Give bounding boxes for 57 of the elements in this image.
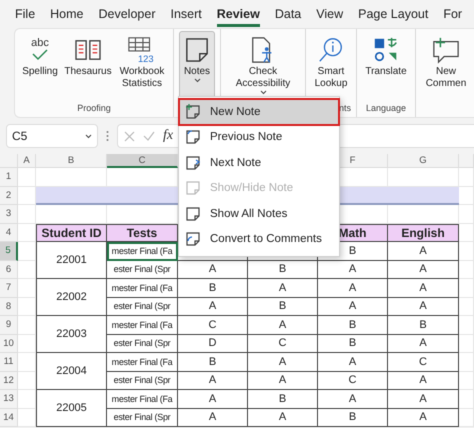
table-cell: ester Final (Spr (107, 408, 178, 427)
table-cell: A (178, 408, 248, 427)
table-cell: A (388, 408, 459, 427)
table-cell: 22001 (36, 242, 107, 279)
table-cell: ester Final (Spr (107, 372, 178, 390)
table-cell: A (318, 279, 388, 298)
table-cell: D (178, 334, 248, 353)
table-cell: B (248, 298, 318, 316)
table-cell: A (248, 372, 318, 390)
header-cell: Student ID (36, 224, 107, 242)
group-label: Proofing (77, 102, 111, 115)
table-cell: mester Final (Fa (107, 316, 178, 334)
header-cell: English (388, 224, 459, 242)
table-cell: A (388, 334, 459, 353)
table-cell: ester Final (Spr (107, 334, 178, 353)
table-cell: mester Final (Fa (107, 390, 178, 408)
table-cell: A (388, 242, 459, 260)
table-cell: 22002 (36, 279, 107, 316)
table-cell: ester Final (Spr (107, 298, 178, 316)
table-cell: C (388, 353, 459, 372)
table-cell: A (178, 390, 248, 408)
table-cell: mester Final (Fa (107, 242, 178, 260)
table-cell: A (248, 316, 318, 334)
table-cell: 22003 (36, 316, 107, 353)
table-cell: B (248, 390, 318, 408)
table-cell: ester Final (Spr (107, 260, 178, 279)
table-cell: C (248, 334, 318, 353)
table-cell: A (248, 279, 318, 298)
table-cell: A (388, 298, 459, 316)
header-cell: Tests (107, 224, 178, 242)
table-cell: B (318, 316, 388, 334)
table-cell: A (318, 298, 388, 316)
table-cell: A (318, 260, 388, 279)
table-cell: A (248, 408, 318, 427)
table-cell: mester Final (Fa (107, 353, 178, 372)
table-cell: C (178, 316, 248, 334)
table-cell: A (388, 390, 459, 408)
group-label: Language (366, 102, 406, 115)
table-cell: 22004 (36, 353, 107, 390)
table-cell: 22005 (36, 390, 107, 427)
table-cell: A (318, 353, 388, 372)
table-cell: A (388, 279, 459, 298)
table-cell: A (178, 372, 248, 390)
table-cell: A (178, 298, 248, 316)
table-cell: A (318, 390, 388, 408)
table-cell: B (248, 260, 318, 279)
table-cell: A (388, 260, 459, 279)
table-cell: C (318, 372, 388, 390)
table-cell: B (388, 316, 459, 334)
table-cell: B (318, 408, 388, 427)
table-cell: B (318, 334, 388, 353)
table-cell: A (248, 353, 318, 372)
table-cell: A (178, 260, 248, 279)
table-cell: B (178, 353, 248, 372)
table-cell: mester Final (Fa (107, 279, 178, 298)
table-cell: B (178, 279, 248, 298)
table-cell: A (388, 372, 459, 390)
